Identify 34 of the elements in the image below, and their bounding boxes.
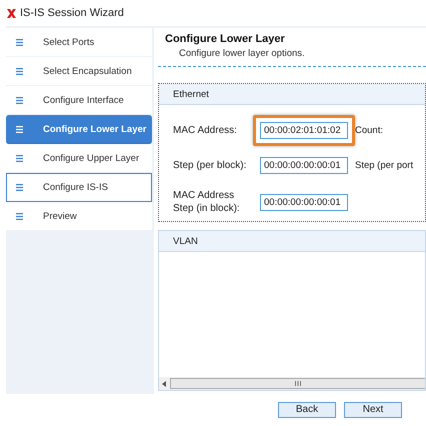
list-icon bbox=[16, 126, 23, 132]
field-label: MAC Address Step (in block): bbox=[173, 189, 241, 215]
wizard-button[interactable]: Back bbox=[278, 402, 336, 418]
mac-input[interactable]: 00:00:00:00:00:01 bbox=[260, 157, 348, 174]
wizard-step[interactable]: Select Ports bbox=[6, 28, 152, 57]
window-title: IS-IS Session Wizard bbox=[20, 7, 124, 19]
list-icon bbox=[16, 68, 23, 74]
wizard-step[interactable]: Configure Upper Layer bbox=[6, 144, 152, 173]
group-header: Ethernet bbox=[159, 84, 425, 105]
field-label: Step (per port bbox=[355, 160, 414, 171]
list-icon bbox=[16, 154, 23, 162]
wizard-step[interactable]: Preview bbox=[6, 202, 152, 231]
wizard-step[interactable]: Configure Interface bbox=[6, 86, 152, 115]
list-icon bbox=[16, 96, 23, 104]
wizard-button[interactable]: Next bbox=[344, 402, 402, 418]
mac-input[interactable]: 00:00:00:00:00:01 bbox=[260, 194, 348, 210]
scrollbar[interactable] bbox=[159, 377, 425, 390]
wizard-step[interactable]: Configure Lower Layer bbox=[6, 115, 152, 144]
grip-icon bbox=[295, 381, 301, 386]
wizard-step[interactable]: Select Encapsulation bbox=[6, 57, 152, 86]
page-subtitle: Configure lower layer options. bbox=[179, 48, 306, 59]
field-label: MAC Address: bbox=[173, 124, 238, 137]
list-icon bbox=[16, 212, 23, 220]
field-label: Count: bbox=[355, 125, 384, 136]
wizard-step[interactable]: Configure IS-IS bbox=[6, 173, 152, 202]
group-header: VLAN bbox=[159, 231, 425, 252]
left-arrow-icon[interactable] bbox=[162, 380, 166, 386]
page-title: Configure Lower Layer bbox=[165, 33, 286, 45]
mac-input[interactable]: 00:00:02:01:01:02 bbox=[260, 122, 348, 139]
field-label: Step (per block): bbox=[173, 159, 248, 172]
list-icon bbox=[16, 184, 23, 190]
list-icon bbox=[16, 38, 23, 46]
logo-icon bbox=[6, 8, 17, 18]
scroll-thumb[interactable] bbox=[170, 378, 425, 389]
